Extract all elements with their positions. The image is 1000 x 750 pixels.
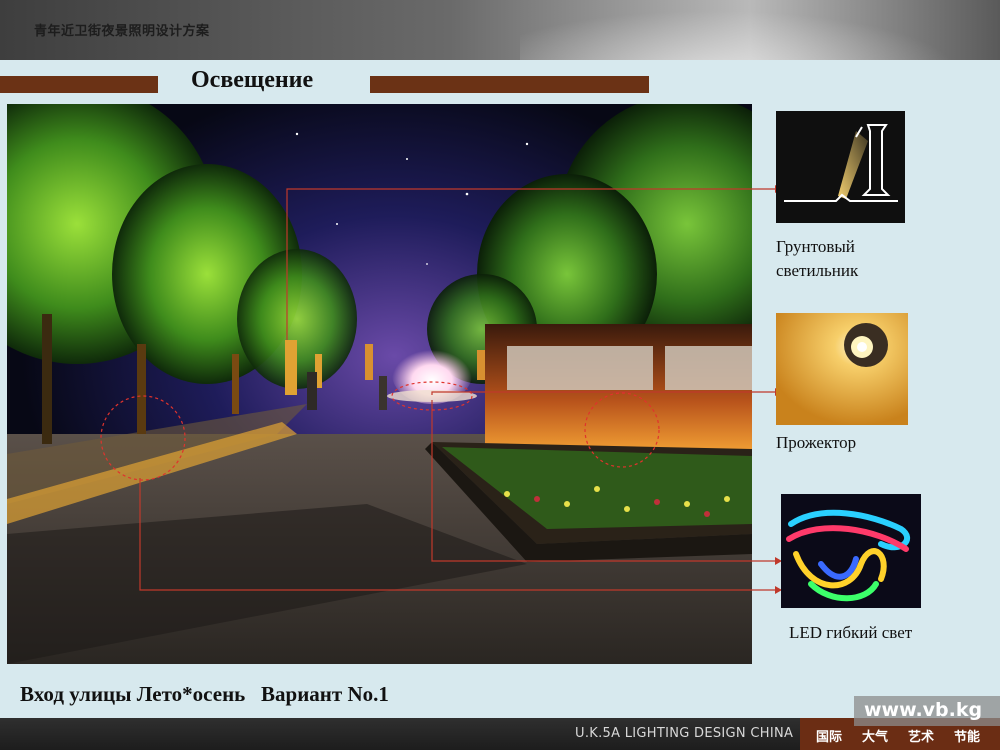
fixture-label-led-flex: LED гибкий свет — [789, 623, 913, 642]
led-flex-strip-photo-icon — [781, 494, 921, 608]
ground-light-sketch-icon — [776, 111, 905, 223]
watermark: www.vb.kg — [854, 696, 1000, 726]
fixture-label-ground-light: Грунтовый светильник — [776, 237, 859, 280]
footer-tag: 大气 — [862, 730, 889, 745]
footer-tag: 节能 — [954, 730, 981, 745]
section-heading: Освещение — [191, 67, 314, 93]
banner-swoosh — [520, 0, 1000, 60]
heading-bar-left — [0, 76, 158, 93]
slide-caption: Вход улицы Лето*осень Вариант No.1 — [20, 682, 389, 706]
spotlight-photo-icon — [776, 313, 908, 425]
document-title: 青年近卫街夜景照明设计方案 — [34, 24, 210, 39]
night-street-rendering — [7, 104, 752, 664]
watermark-text: www.vb.kg — [864, 699, 983, 721]
footer-tag: 国际 — [816, 730, 843, 745]
fixture-label-spotlight: Прожектор — [776, 433, 857, 452]
footer-tag: 艺术 — [908, 730, 935, 745]
heading-bar-right — [370, 76, 649, 93]
footer-brand: U.K.5A LIGHTING DESIGN CHINA — [575, 726, 794, 741]
